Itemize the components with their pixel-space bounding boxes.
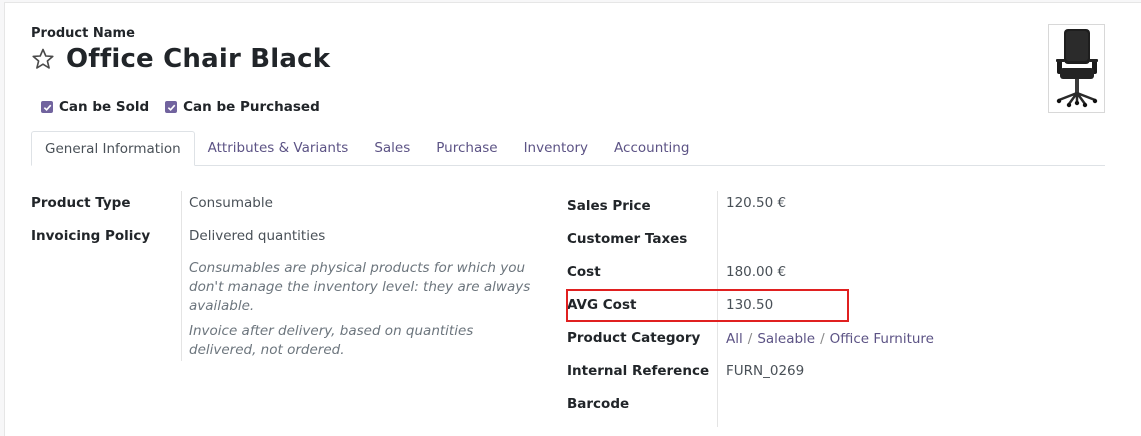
category-saleable-link[interactable]: Saleable [757,331,815,347]
title-row: Office Chair Black [30,44,330,74]
form-tabs: General Information Attributes & Variant… [31,131,1105,166]
invoicing-policy-row: Invoicing Policy [31,228,150,244]
can-be-sold-checkbox[interactable]: Can be Sold [41,99,149,115]
avg-cost-label: AVG Cost [567,297,637,313]
can-be-sold-label[interactable]: Can be Sold [59,99,149,115]
product-name[interactable]: Office Chair Black [66,44,330,74]
sales-price-field[interactable]: 120.50 € [726,195,786,211]
product-type-field[interactable]: Consumable [189,195,273,211]
cost-label: Cost [567,264,601,280]
avg-cost-field[interactable]: 130.50 [726,297,773,313]
barcode-row: Barcode [567,396,629,412]
can-be-purchased-label[interactable]: Can be Purchased [183,99,320,115]
category-separator: / [820,331,825,347]
barcode-label: Barcode [567,396,630,412]
checkbox-checked-icon[interactable] [41,101,53,113]
checkbox-checked-icon[interactable] [165,101,178,113]
product-options: Can be Sold Can be Purchased [41,99,336,115]
divider [181,191,182,361]
avg-cost-row: AVG Cost [567,297,636,313]
sales-price-label: Sales Price [567,198,651,214]
internal-reference-row: Internal Reference [567,363,709,379]
internal-reference-label: Internal Reference [567,363,710,379]
product-category-field[interactable]: All / Saleable / Office Furniture [726,331,934,347]
cost-value[interactable]: 180.00 € [726,264,786,280]
tab-purchase[interactable]: Purchase [423,131,510,165]
product-type-label: Product Type [31,195,131,211]
category-all-link[interactable]: All [726,331,743,347]
internal-reference-field[interactable]: FURN_0269 [726,363,804,379]
internal-reference-value[interactable]: FURN_0269 [726,363,804,379]
sales-price-value[interactable]: 120.50 € [726,195,786,211]
cost-row: Cost [567,264,601,280]
product-type-help: Consumables are physical products for wh… [189,260,531,314]
tab-sales[interactable]: Sales [361,131,423,165]
product-image[interactable] [1048,24,1105,113]
customer-taxes-row: Customer Taxes [567,231,687,247]
category-office-furniture-link[interactable]: Office Furniture [830,331,934,347]
invoicing-policy-label: Invoicing Policy [31,228,151,244]
tab-accounting[interactable]: Accounting [601,131,702,165]
office-chair-image [1055,28,1098,107]
product-type-row: Product Type [31,195,130,211]
tab-attributes-variants[interactable]: Attributes & Variants [195,131,362,165]
product-category-label: Product Category [567,330,701,346]
product-type-value[interactable]: Consumable [189,195,273,211]
invoicing-policy-help: Invoice after delivery, based on quantit… [189,323,474,358]
customer-taxes-label: Customer Taxes [567,231,688,247]
tab-inventory[interactable]: Inventory [511,131,601,165]
sales-price-row: Sales Price [567,198,651,214]
can-be-purchased-checkbox[interactable]: Can be Purchased [165,99,320,115]
cost-field[interactable]: 180.00 € [726,264,786,280]
product-category-row: Product Category [567,330,700,346]
category-separator: / [747,331,753,347]
star-icon[interactable] [30,46,56,72]
invoicing-policy-value[interactable]: Delivered quantities [189,228,325,244]
divider [717,191,718,427]
tab-general-information[interactable]: General Information [31,131,195,166]
invoicing-policy-field[interactable]: Delivered quantities [189,228,325,244]
product-name-label: Product Name [31,26,135,41]
avg-cost-value[interactable]: 130.50 [726,297,773,313]
